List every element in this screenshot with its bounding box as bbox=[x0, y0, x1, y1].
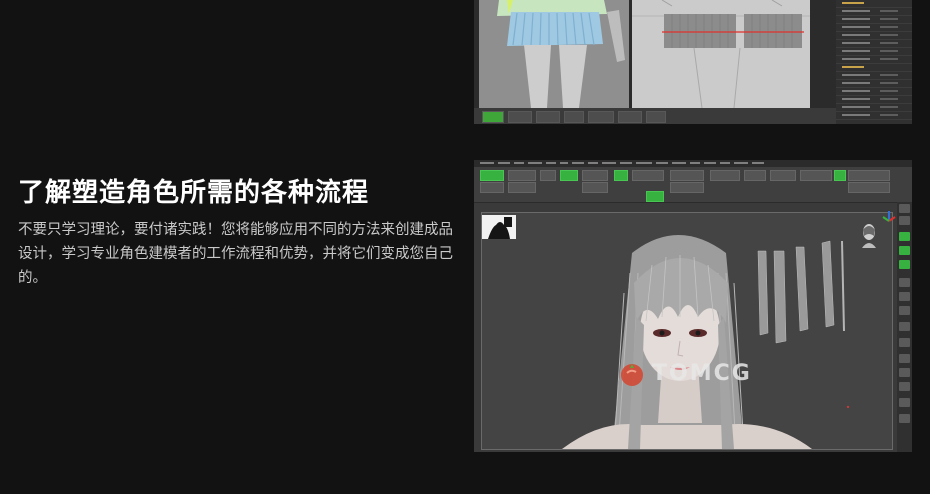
axis-gizmo-icon[interactable] bbox=[882, 208, 896, 222]
uv-layout-render bbox=[632, 0, 810, 108]
toolbar-button[interactable] bbox=[848, 182, 890, 193]
toolbar-button[interactable] bbox=[582, 170, 608, 181]
toolbar-button[interactable] bbox=[848, 170, 890, 181]
tool-button[interactable] bbox=[508, 111, 532, 123]
shelf-button[interactable] bbox=[899, 204, 910, 213]
skirt-model-render bbox=[479, 0, 629, 108]
toolbar-button[interactable] bbox=[800, 170, 832, 181]
model-viewport-left bbox=[479, 0, 629, 108]
shelf-button-active[interactable] bbox=[899, 232, 910, 241]
shelf-button[interactable] bbox=[899, 398, 910, 407]
watermark-text: TOMCG bbox=[652, 361, 752, 386]
toolbar-button[interactable] bbox=[582, 182, 608, 193]
toolbar-button[interactable] bbox=[540, 170, 556, 181]
toolbar-button[interactable] bbox=[744, 170, 766, 181]
edit-mode-button[interactable] bbox=[480, 170, 504, 181]
toolbar-button[interactable] bbox=[670, 170, 704, 181]
character-head-render bbox=[482, 213, 892, 449]
sculpt-canvas[interactable]: TOMCG bbox=[481, 212, 893, 450]
zadd-button[interactable] bbox=[646, 191, 664, 202]
section-description: 不要只学习理论，要付诸实践！您将能够应用不同的方法来创建成品设计，学习专业角色建… bbox=[18, 222, 453, 286]
shelf-button[interactable] bbox=[899, 354, 910, 363]
toolbar-button[interactable] bbox=[508, 170, 536, 181]
bottom-screenshot: TOMCG bbox=[474, 160, 912, 452]
right-tool-shelf bbox=[897, 202, 912, 452]
toolbar-toggle[interactable] bbox=[834, 170, 846, 181]
toolbar-button[interactable] bbox=[508, 182, 536, 193]
shelf-button-active[interactable] bbox=[899, 246, 910, 255]
shelf-button[interactable] bbox=[899, 382, 910, 391]
tomato-logo-icon bbox=[619, 360, 645, 386]
shelf-button[interactable] bbox=[899, 414, 910, 423]
toolbar-button[interactable] bbox=[670, 182, 704, 193]
sculpt-toolbar bbox=[474, 167, 912, 203]
properties-panel bbox=[836, 0, 912, 124]
shelf-button[interactable] bbox=[899, 278, 910, 287]
shelf-button-active[interactable] bbox=[899, 260, 910, 269]
tool-button[interactable] bbox=[618, 111, 642, 123]
shelf-button[interactable] bbox=[899, 338, 910, 347]
shelf-button[interactable] bbox=[899, 306, 910, 315]
tool-button[interactable] bbox=[536, 111, 560, 123]
reference-thumbnail bbox=[482, 215, 516, 239]
toolbar-button[interactable] bbox=[632, 170, 664, 181]
shelf-button[interactable] bbox=[899, 322, 910, 331]
shelf-button[interactable] bbox=[899, 368, 910, 377]
draw-mode-button[interactable] bbox=[560, 170, 578, 181]
toolbar-button[interactable] bbox=[770, 170, 796, 181]
menu-bar bbox=[474, 160, 912, 167]
section-headline: 了解塑造角色所需的各种流程 bbox=[18, 178, 370, 208]
tool-button[interactable] bbox=[646, 111, 666, 123]
toolbar-button[interactable] bbox=[480, 182, 504, 193]
toolbar-button[interactable] bbox=[710, 170, 740, 181]
shelf-button[interactable] bbox=[899, 292, 910, 301]
tool-options-bar bbox=[474, 108, 836, 124]
head-gizmo-icon[interactable] bbox=[858, 222, 880, 248]
move-mode-button[interactable] bbox=[614, 170, 628, 181]
tool-button[interactable] bbox=[564, 111, 584, 123]
active-tool-button[interactable] bbox=[482, 111, 504, 123]
tool-button[interactable] bbox=[588, 111, 614, 123]
shelf-button[interactable] bbox=[899, 216, 910, 225]
top-screenshot bbox=[474, 0, 912, 124]
uv-viewport bbox=[632, 0, 810, 108]
